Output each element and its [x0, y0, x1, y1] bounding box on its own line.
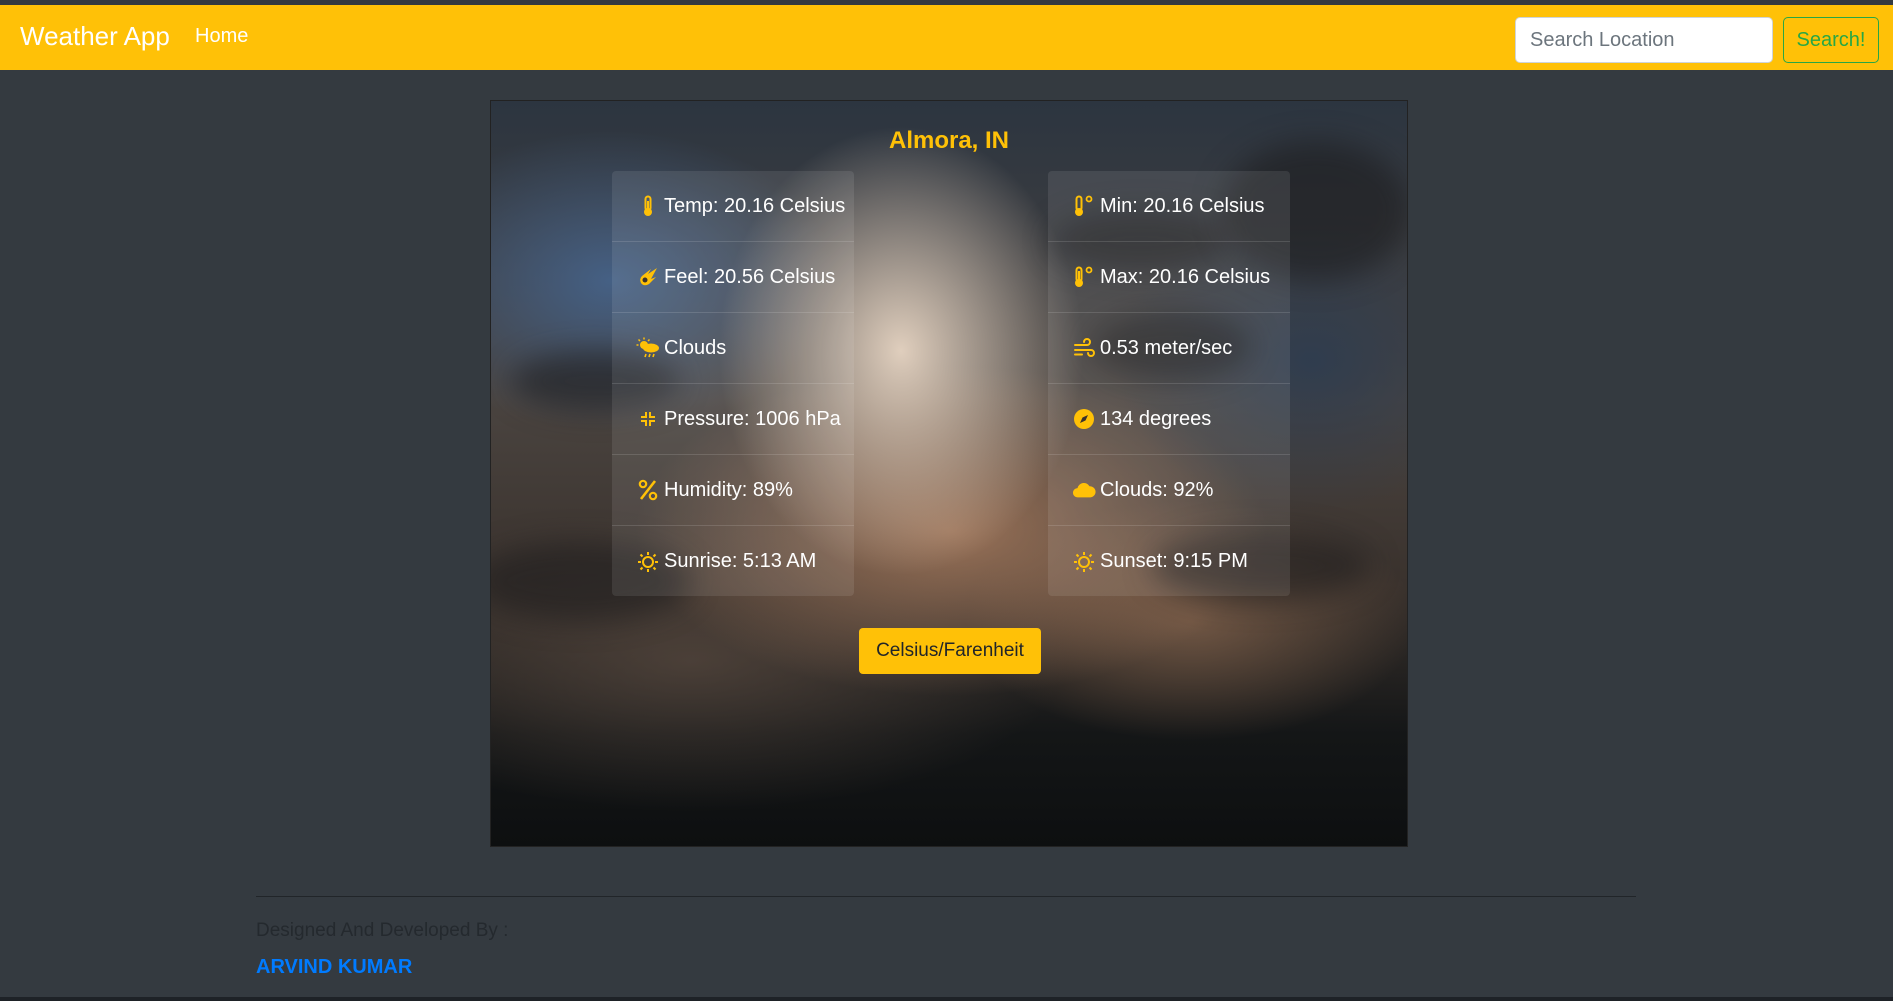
- footer-credit: Designed And Developed By :: [256, 920, 509, 941]
- sun-icon: [636, 550, 660, 574]
- thermometer-icon: [636, 194, 660, 218]
- wind-icon: [1072, 336, 1096, 360]
- meteor-icon: [636, 265, 660, 289]
- sunset-row: Sunset: 9:15 PM: [1048, 526, 1290, 597]
- search-button[interactable]: Search!: [1783, 17, 1879, 63]
- min-temp-row: Min: 20.16 Celsius: [1048, 171, 1290, 242]
- wind-direction-text: 134 degrees: [1100, 407, 1212, 430]
- bottom-border: [0, 997, 1893, 1001]
- weather-details-right: Min: 20.16 Celsius Max: 20.16 Celsius 0.…: [1048, 171, 1290, 596]
- min-temp-text: Min: 20.16 Celsius: [1100, 194, 1265, 217]
- footer-divider: [256, 896, 1636, 897]
- cloud-cover-row: Clouds: 92%: [1048, 455, 1290, 526]
- percent-icon: [636, 478, 660, 502]
- humidity-text: Humidity: 89%: [664, 478, 793, 501]
- sunrise-text: Sunrise: 5:13 AM: [664, 550, 817, 572]
- pressure-text: Pressure: 1006 hPa: [664, 407, 841, 430]
- sunrise-row: Sunrise: 5:13 AM: [612, 526, 854, 597]
- humidity-row: Humidity: 89%: [612, 455, 854, 526]
- wind-speed-text: 0.53 meter/sec: [1100, 336, 1233, 359]
- author-link[interactable]: ARVIND KUMAR: [256, 956, 412, 979]
- pressure-row: Pressure: 1006 hPa: [612, 384, 854, 455]
- compass-icon: [1072, 407, 1096, 431]
- temp-row: Temp: 20.16 Celsius: [612, 171, 854, 242]
- location-title: Almora, IN: [888, 127, 1010, 154]
- condition-row: Clouds: [612, 313, 854, 384]
- feel-row: Feel: 20.56 Celsius: [612, 242, 854, 313]
- weather-card: Almora, IN Temp: 20.16 Celsius Feel: 20.…: [490, 100, 1408, 847]
- condition-text: Clouds: [664, 336, 727, 359]
- max-temp-row: Max: 20.16 Celsius: [1048, 242, 1290, 313]
- temperature-low-icon: [1072, 194, 1096, 218]
- cloud-cover-text: Clouds: 92%: [1100, 478, 1214, 501]
- max-temp-text: Max: 20.16 Celsius: [1100, 265, 1271, 288]
- sunset-text: Sunset: 9:15 PM: [1100, 550, 1248, 572]
- cloud-icon: [1072, 478, 1096, 502]
- weather-details-left: Temp: 20.16 Celsius Feel: 20.56 Celsius …: [612, 171, 854, 596]
- feel-text: Feel: 20.56 Celsius: [664, 265, 836, 288]
- temp-text: Temp: 20.16 Celsius: [664, 194, 846, 217]
- compress-arrows-icon: [636, 407, 660, 431]
- search-input[interactable]: [1515, 17, 1773, 63]
- sun-icon: [1072, 550, 1096, 574]
- navbar: Weather App Home Search!: [0, 5, 1893, 70]
- wind-speed-row: 0.53 meter/sec: [1048, 313, 1290, 384]
- brand-link[interactable]: Weather App: [20, 21, 170, 52]
- unit-toggle-button[interactable]: Celsius/Farenheit: [859, 628, 1041, 674]
- wind-direction-row: 134 degrees: [1048, 384, 1290, 455]
- cloud-sun-rain-icon: [636, 336, 660, 360]
- nav-home-link[interactable]: Home: [195, 25, 248, 48]
- temperature-high-icon: [1072, 265, 1096, 289]
